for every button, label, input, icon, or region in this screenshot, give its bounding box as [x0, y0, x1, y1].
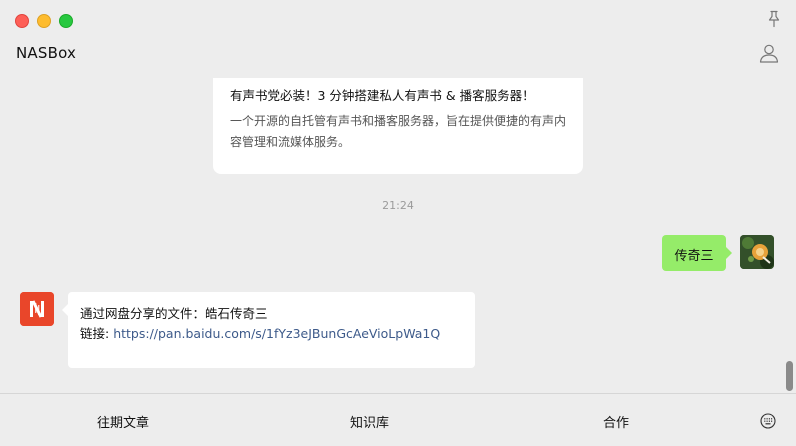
title-bar: NASBox — [0, 0, 796, 78]
message-list[interactable]: 有声书党必装！3 分钟搭建私人有声书 & 播客服务器！ 一个开源的自托管有声书和… — [0, 78, 796, 393]
chat-title: NASBox — [16, 44, 77, 62]
incoming-message-text: 通过网盘分享的文件：皓石传奇三 — [80, 306, 268, 321]
outgoing-message-text: 传奇三 — [674, 249, 714, 264]
menu-item-cooperation[interactable]: 合作 — [603, 412, 629, 431]
article-card[interactable]: 有声书党必装！3 分钟搭建私人有声书 & 播客服务器！ 一个开源的自托管有声书和… — [213, 78, 583, 174]
keyboard-icon[interactable] — [760, 413, 776, 429]
menu-item-past-articles[interactable]: 往期文章 — [97, 412, 149, 431]
profile-icon[interactable] — [759, 43, 779, 63]
pin-icon[interactable] — [766, 10, 782, 28]
share-link[interactable]: https://pan.baidu.com/s/1fYz3eJBunGcAeVi… — [113, 326, 440, 341]
scrollbar-thumb[interactable] — [786, 361, 793, 391]
menu-item-knowledge-base[interactable]: 知识库 — [350, 412, 389, 431]
close-window-button[interactable] — [15, 14, 29, 28]
zoom-window-button[interactable] — [59, 14, 73, 28]
message-timestamp: 21:24 — [382, 199, 414, 212]
user-avatar-image — [740, 235, 774, 269]
user-avatar[interactable] — [740, 235, 774, 269]
chat-window: NASBox 有声书党必装！3 分钟搭建私人有声书 & 播客服务器！ 一个开源的… — [0, 0, 796, 446]
link-label: 链接: — [80, 326, 114, 341]
article-card-title: 有声书党必装！3 分钟搭建私人有声书 & 播客服务器！ — [230, 88, 535, 103]
official-account-avatar[interactable] — [20, 292, 54, 326]
outgoing-message-bubble[interactable]: 传奇三 — [662, 235, 732, 271]
bottom-menu: 往期文章 知识库 合作 — [0, 393, 796, 446]
article-card-description: 一个开源的自托管有声书和播客服务器，旨在提供便捷的有声内容管理和流媒体服务。 — [230, 114, 567, 149]
incoming-message-bubble[interactable]: 通过网盘分享的文件：皓石传奇三 链接: https://pan.baidu.co… — [62, 292, 475, 368]
nasbox-logo-icon — [20, 292, 54, 326]
incoming-message-link-line: 链接: https://pan.baidu.com/s/1fYz3eJBunGc… — [80, 323, 440, 342]
minimize-window-button[interactable] — [37, 14, 51, 28]
